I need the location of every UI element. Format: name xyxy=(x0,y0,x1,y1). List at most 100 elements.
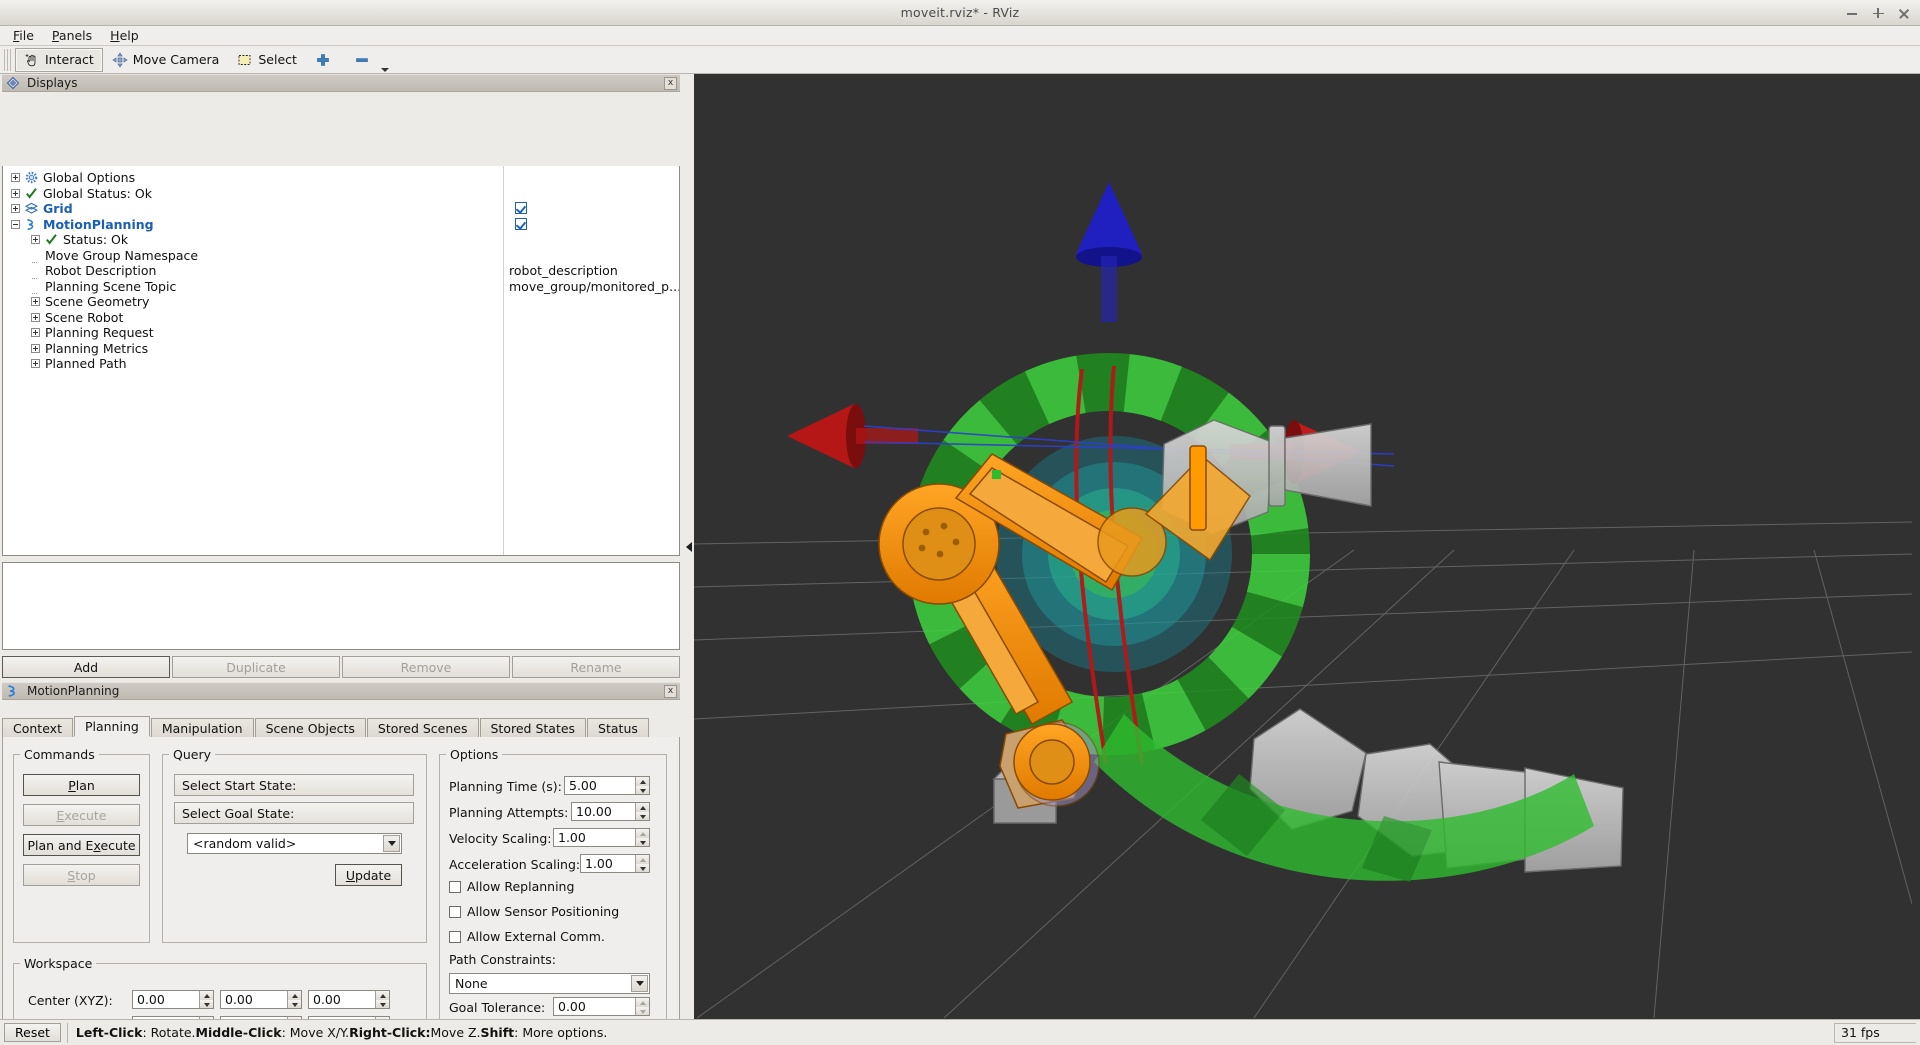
window-titlebar: moveit.rviz* - RViz xyxy=(0,0,1920,26)
path-constraints-combobox[interactable]: None xyxy=(449,973,650,994)
tree-row-enable-checkbox[interactable] xyxy=(515,202,527,214)
velocity-scaling-label: Velocity Scaling: xyxy=(449,831,552,846)
duplicate-button[interactable]: Duplicate xyxy=(172,656,340,678)
displays-tree-row[interactable]: MotionPlanning xyxy=(3,217,679,233)
hint-segment: Shift xyxy=(480,1025,515,1040)
workspace-center-y-input[interactable]: 0.00 xyxy=(220,990,302,1009)
tree-expand-icon[interactable] xyxy=(31,235,40,245)
tree-row-label: Planning Metrics xyxy=(45,340,149,356)
tab-status[interactable]: Status xyxy=(587,718,649,737)
plan-button[interactable]: Plan xyxy=(23,774,140,796)
tree-expand-icon[interactable] xyxy=(31,312,40,322)
toolbar-overflow-icon[interactable] xyxy=(380,67,389,72)
main-toolbar: Interact Move Camera Select xyxy=(0,46,1920,74)
tool-select[interactable]: Select xyxy=(228,48,306,72)
tab-scene-objects[interactable]: Scene Objects xyxy=(254,718,366,737)
tree-expand-icon[interactable] xyxy=(11,204,20,214)
displays-tree-row[interactable]: Scene Geometry xyxy=(3,294,679,310)
displays-tree-row[interactable]: Grid xyxy=(3,201,679,217)
displays-tree-row[interactable]: Global Status: Ok xyxy=(3,186,679,202)
displays-panel-header: Displays x xyxy=(2,74,680,92)
displays-panel-close-button[interactable]: x xyxy=(664,77,677,90)
tab-stored-states[interactable]: Stored States xyxy=(479,718,587,737)
tree-row-value[interactable]: robot_description xyxy=(509,263,618,278)
workspace-center-z-input[interactable]: 0.00 xyxy=(308,990,390,1009)
chevron-down-icon[interactable] xyxy=(383,835,400,852)
path-constraints-label: Path Constraints: xyxy=(449,952,556,967)
menu-panels[interactable]: Panels xyxy=(43,26,101,45)
close-icon[interactable] xyxy=(1898,7,1910,19)
move-camera-icon xyxy=(112,51,128,68)
tree-collapse-icon[interactable] xyxy=(11,219,20,229)
remove-button[interactable]: Remove xyxy=(342,656,510,678)
tab-manipulation[interactable]: Manipulation xyxy=(150,718,254,737)
add-button[interactable]: Add xyxy=(2,656,170,678)
left-dock-collapse-handle[interactable] xyxy=(684,74,694,1019)
maximize-icon[interactable] xyxy=(1872,7,1884,19)
tab-context[interactable]: Context xyxy=(2,718,73,737)
tree-row-label: Scene Geometry xyxy=(45,294,150,310)
allow-replanning-checkbox[interactable] xyxy=(449,880,461,893)
displays-tree-row[interactable]: Robot Description robot_description xyxy=(3,263,679,279)
path-constraints-value: None xyxy=(455,976,488,991)
tab-planning[interactable]: Planning xyxy=(73,716,150,737)
tree-row-label: Scene Robot xyxy=(45,309,124,325)
tree-expand-icon[interactable] xyxy=(11,188,20,198)
tree-expand-icon[interactable] xyxy=(31,297,40,307)
toolbar-grip[interactable] xyxy=(4,48,11,71)
plan-and-execute-button[interactable]: Plan and Execute xyxy=(23,834,140,856)
acceleration-scaling-input[interactable]: 1.00 xyxy=(580,854,650,873)
displays-tree-row[interactable]: Global Options xyxy=(3,170,679,186)
select-goal-state-button[interactable]: Select Goal State: xyxy=(174,802,414,824)
rename-button[interactable]: Rename xyxy=(512,656,680,678)
allow-replanning-label: Allow Replanning xyxy=(467,879,575,894)
check-icon xyxy=(45,233,58,246)
update-button[interactable]: Update xyxy=(335,864,402,886)
displays-tree-row[interactable]: Planning Scene Topic move_group/monitored… xyxy=(3,279,679,295)
tool-add[interactable] xyxy=(306,48,345,72)
tool-move-camera[interactable]: Move Camera xyxy=(103,48,229,72)
allow-sensor-positioning-row[interactable]: Allow Sensor Positioning xyxy=(449,904,619,919)
execute-button[interactable]: Execute xyxy=(23,804,140,826)
motionplanning-panel-close-button[interactable]: x xyxy=(664,685,677,698)
allow-external-comm-row[interactable]: Allow External Comm. xyxy=(449,929,605,944)
velocity-scaling-input[interactable]: 1.00 xyxy=(553,828,650,847)
tree-expand-icon[interactable] xyxy=(31,359,40,369)
reset-button[interactable]: Reset xyxy=(4,1023,61,1042)
planning-time-input[interactable]: 5.00 xyxy=(564,776,650,795)
chevron-left-icon xyxy=(686,541,692,552)
planning-attempts-input[interactable]: 10.00 xyxy=(571,802,650,821)
minimize-icon[interactable] xyxy=(1846,7,1858,19)
tree-expand-icon[interactable] xyxy=(11,173,20,183)
goal-state-combobox[interactable]: <random valid> xyxy=(187,833,402,854)
tool-interact[interactable]: Interact xyxy=(15,47,103,72)
tree-row-label: MotionPlanning xyxy=(43,216,154,232)
allow-external-comm-checkbox[interactable] xyxy=(449,930,461,943)
allow-sensor-positioning-checkbox[interactable] xyxy=(449,905,461,918)
displays-tree-row[interactable]: Planning Metrics xyxy=(3,341,679,357)
workspace-center-x-input[interactable]: 0.00 xyxy=(132,990,214,1009)
displays-tree-row[interactable]: Move Group Namespace xyxy=(3,248,679,264)
displays-tree-row[interactable]: Status: Ok xyxy=(3,232,679,248)
goal-tolerance-input[interactable]: 0.00 xyxy=(553,997,650,1016)
chevron-down-icon-2[interactable] xyxy=(631,975,648,992)
menu-help[interactable]: Help xyxy=(101,26,148,45)
menu-file[interactable]: File xyxy=(4,26,43,45)
displays-tree[interactable]: Global Options Global Status: Ok Grid Motio… xyxy=(2,166,680,556)
tree-expand-icon[interactable] xyxy=(31,328,40,338)
displays-tree-row[interactable]: Planned Path xyxy=(3,356,679,372)
displays-tree-row[interactable]: Scene Robot xyxy=(3,310,679,326)
tab-stored-scenes[interactable]: Stored Scenes xyxy=(366,718,479,737)
stop-button[interactable]: Stop xyxy=(23,864,140,886)
tree-row-enable-checkbox[interactable] xyxy=(515,217,527,230)
tree-row-value[interactable]: move_group/monitored_p... xyxy=(509,279,679,294)
tree-expand-icon[interactable] xyxy=(31,343,40,353)
displays-tree-row[interactable]: Planning Request xyxy=(3,325,679,341)
motionplanning-tabbar: Context Planning Manipulation Scene Objects… xyxy=(2,716,680,738)
planning-time-value: 5.00 xyxy=(569,778,597,793)
3d-viewport[interactable] xyxy=(694,74,1920,1019)
tool-remove[interactable] xyxy=(345,48,389,72)
tool-move-camera-label: Move Camera xyxy=(132,52,220,67)
allow-replanning-row[interactable]: Allow Replanning xyxy=(449,879,574,894)
select-start-state-button[interactable]: Select Start State: xyxy=(174,774,414,796)
